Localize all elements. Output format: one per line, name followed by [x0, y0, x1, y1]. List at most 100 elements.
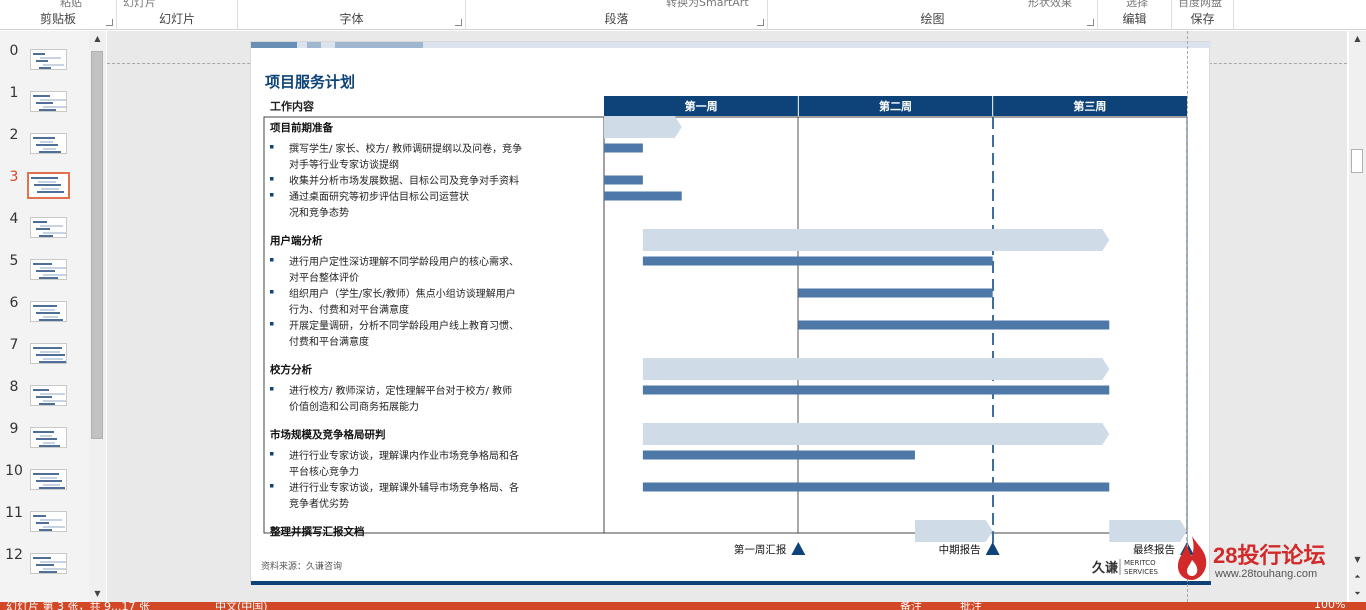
task-text-line[interactable]: 收集并分析市场发展数据、目标公司及竞争对手资料 — [289, 174, 519, 187]
phase-bar[interactable] — [914, 520, 993, 542]
task-text-line[interactable]: 通过桌面研究等初步评估目标公司运营状 — [289, 190, 469, 203]
scroll-down-icon[interactable]: ▼ — [1349, 552, 1366, 568]
ribbon-cut-label[interactable]: 粘贴 — [60, 0, 82, 10]
task-text-line[interactable]: 撰写学生/ 家长、校方/ 教师调研提纲以及问卷，竞争 — [289, 142, 522, 155]
top-band-segment — [251, 42, 297, 48]
slide-thumbnail[interactable]: 1 — [0, 85, 90, 119]
prev-slide-icon[interactable]: ⏶ — [1349, 569, 1366, 585]
week-header-label: 第三周 — [1073, 99, 1106, 113]
task-text-line[interactable]: 对平台整体评价 — [289, 271, 359, 284]
slide-thumbnail-preview — [30, 343, 67, 364]
task-text-line[interactable]: 组织用户（学生/家长/教师）焦点小组访谈理解用户 — [289, 287, 516, 300]
slide-thumbnail-preview — [30, 469, 67, 490]
section-title[interactable]: 市场规模及竞争格局研判 — [270, 428, 386, 441]
phase-bar[interactable] — [604, 116, 682, 138]
phase-bar[interactable] — [642, 358, 1110, 380]
task-bar[interactable] — [798, 288, 993, 298]
slide-thumbnail[interactable]: 11 — [0, 505, 90, 539]
task-text-line[interactable]: 进行行业专家访谈，理解课外辅导市场竞争格局、各 — [289, 481, 519, 494]
bottom-band — [251, 581, 1211, 585]
ribbon-group-label: 段落 — [604, 12, 629, 26]
ribbon-cut-label[interactable]: 形状效果 — [1028, 0, 1072, 10]
phase-bar[interactable] — [642, 423, 1110, 445]
task-text-line[interactable]: 价值创造和公司商务拓展能力 — [289, 400, 419, 413]
source-note[interactable]: 资料来源：久谦咨询 — [261, 560, 342, 572]
slide-title[interactable]: 项目服务计划 — [265, 73, 355, 91]
task-bar[interactable] — [642, 450, 915, 460]
dialog-launcher-icon[interactable] — [1087, 19, 1094, 26]
slide-thumbnail[interactable]: 8 — [0, 379, 90, 413]
dialog-launcher-icon[interactable] — [757, 19, 764, 26]
top-band-segment — [307, 42, 321, 48]
task-bar[interactable] — [642, 256, 993, 266]
status-zoom[interactable]: 100% — [1314, 602, 1345, 610]
task-text-line[interactable]: 进行校方/ 教师深访，定性理解平台对于校方/ 教师 — [289, 384, 512, 397]
task-bar[interactable] — [798, 320, 1110, 330]
task-text-line[interactable]: 行为、付费和对平台满意度 — [289, 303, 409, 316]
milestone-label[interactable]: 中期报告 — [939, 543, 981, 556]
scroll-thumb[interactable] — [1351, 149, 1363, 173]
slide-thumbnail[interactable]: 3 — [0, 169, 90, 203]
task-bar[interactable] — [604, 191, 682, 201]
current-slide[interactable]: 项目服务计划 工作内容 第一周 第二周 第三周 项目前期准备 撰写学生/ 家长、校方/… — [250, 41, 1211, 585]
section-title[interactable]: 整理并撰写汇报文档 — [269, 525, 365, 538]
slide-thumbnail[interactable]: 5 — [0, 253, 90, 287]
canvas-scrollbar[interactable]: ▲ ▼ ⏶ ⏷ — [1349, 31, 1366, 602]
slide-thumbnail-preview — [30, 511, 67, 532]
task-text-line[interactable]: 进行用户定性深访理解不同学龄段用户的核心需求、 — [289, 255, 519, 268]
task-text-line[interactable]: 平台核心竞争力 — [289, 465, 359, 478]
slide-thumbnail[interactable]: 9 — [0, 421, 90, 455]
ribbon-group-label: 保存 — [1190, 12, 1215, 26]
slide-thumbnail[interactable]: 2 — [0, 127, 90, 161]
task-text-line[interactable]: 付费和平台满意度 — [289, 335, 369, 348]
powerpoint-window: 粘贴 剪贴板 幻灯片 幻灯片 字体 转换为SmartArt 段落 形状效果 绘图… — [0, 0, 1366, 610]
ribbon-group-label: 绘图 — [920, 12, 945, 26]
dialog-launcher-icon[interactable] — [106, 19, 113, 26]
task-text-line[interactable]: 况和竞争态势 — [289, 206, 349, 219]
work-header[interactable]: 工作内容 — [270, 99, 314, 113]
slide-thumbnail[interactable]: 6 — [0, 295, 90, 329]
ribbon-cut-label[interactable]: 选择 — [1126, 0, 1148, 10]
milestone-label[interactable]: 第一周汇报 — [734, 543, 787, 556]
vertical-guide[interactable] — [1187, 31, 1188, 602]
task-bar[interactable] — [642, 385, 1110, 395]
task-bar[interactable] — [604, 175, 643, 185]
logo-cn: 久谦 — [1092, 560, 1118, 576]
slide-thumbnail-preview — [30, 133, 67, 154]
slide-thumbnail-preview — [30, 217, 67, 238]
task-bar[interactable] — [604, 143, 643, 153]
section-title[interactable]: 项目前期准备 — [270, 121, 333, 134]
status-language[interactable]: 中文(中国) — [215, 602, 268, 610]
bullet-icon — [270, 193, 274, 197]
next-slide-icon[interactable]: ⏷ — [1349, 586, 1366, 602]
task-text-line[interactable]: 进行行业专家访谈，理解课内作业市场竞争格局和各 — [289, 449, 519, 462]
section-title[interactable]: 校方分析 — [270, 363, 312, 376]
scroll-thumb[interactable] — [91, 51, 103, 439]
slide-thumbnail[interactable]: 12 — [0, 547, 90, 581]
task-text-line[interactable]: 对手等行业专家访谈提纲 — [289, 158, 399, 171]
task-bar[interactable] — [642, 482, 1110, 492]
slide-thumbnail-number: 11 — [5, 505, 23, 521]
slide-thumbnail-number: 0 — [9, 43, 19, 59]
slide-thumbnail-number: 6 — [9, 295, 19, 311]
bullet-icon — [270, 258, 274, 262]
scroll-up-icon[interactable]: ▲ — [1349, 31, 1366, 47]
scroll-down-icon[interactable]: ▼ — [89, 586, 106, 602]
slide-thumbnail[interactable]: 4 — [0, 211, 90, 245]
task-text-line[interactable]: 开展定量调研，分析不同学龄段用户线上教育习惯、 — [289, 319, 519, 332]
ribbon-cut-label[interactable]: 幻灯片 — [123, 0, 156, 10]
slide-thumbnail[interactable]: 7 — [0, 337, 90, 371]
scroll-up-icon[interactable]: ▲ — [89, 31, 106, 47]
task-text-line[interactable]: 竞争者优劣势 — [289, 497, 349, 510]
ribbon-cut-label[interactable]: 百度网盘 — [1178, 0, 1222, 10]
status-notes[interactable]: 备注 — [900, 602, 922, 610]
slide-thumbnail[interactable]: 0 — [0, 43, 90, 77]
phase-bar[interactable] — [642, 229, 1110, 251]
thumbnail-scrollbar[interactable]: ▲ ▼ — [89, 31, 106, 602]
dialog-launcher-icon[interactable] — [455, 19, 462, 26]
section-title[interactable]: 用户端分析 — [269, 234, 323, 247]
status-comments[interactable]: 批注 — [960, 602, 982, 610]
ribbon-cut-label[interactable]: 转换为SmartArt — [666, 0, 749, 10]
slide-thumbnail[interactable]: 10 — [0, 463, 90, 497]
milestone-triangle-icon — [985, 542, 1000, 555]
